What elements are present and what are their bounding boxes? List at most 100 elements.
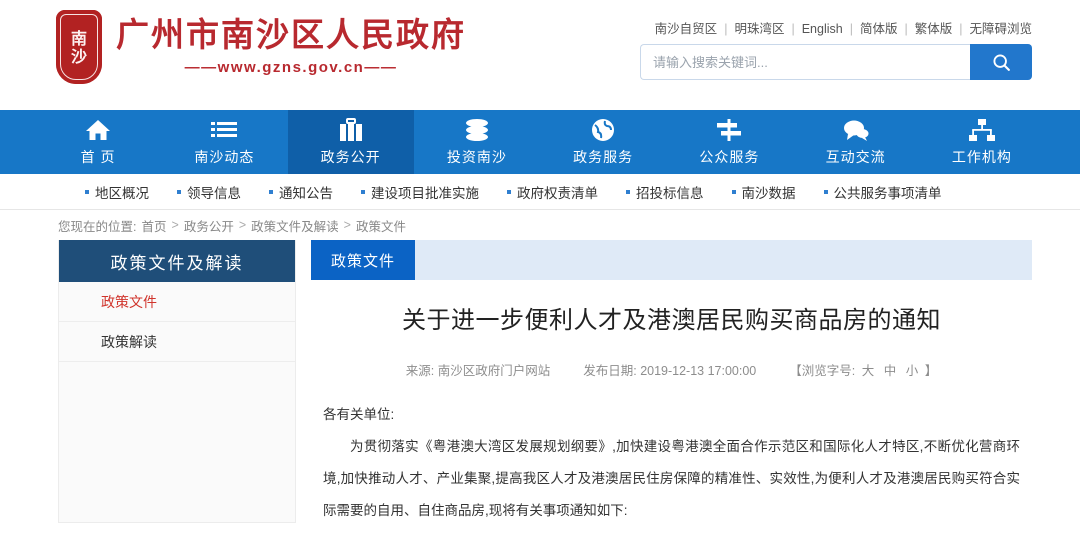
breadcrumb-separator: > <box>171 218 179 232</box>
breadcrumb-prefix: 您现在的位置: <box>58 219 137 234</box>
fontsize-large-button[interactable]: 大 <box>862 364 875 378</box>
search-input[interactable] <box>640 44 970 80</box>
sidebar-title: 政策文件及解读 <box>59 240 295 282</box>
source-label: 来源: <box>405 364 435 378</box>
article: 关于进一步便利人才及港澳居民购买商品房的通知 来源: 南沙区政府门户网站 发布日… <box>311 280 1032 527</box>
article-body: 各有关单位: 为贯彻落实《粤港澳大湾区发展规划纲要》,加快建设粤港澳全面合作示范… <box>317 399 1026 527</box>
fontsize-close-bracket: 】 <box>924 364 938 378</box>
seal-char-2: 沙 <box>70 46 87 66</box>
subnav-label: 领导信息 <box>187 185 241 201</box>
top-link-mingzhu-bay[interactable]: 明珠湾区 <box>734 22 784 36</box>
tab-policy-documents[interactable]: 政策文件 <box>311 240 416 280</box>
subnav-item-public-service-list[interactable]: 公共服务事项清单 <box>823 182 942 202</box>
top-link-simplified[interactable]: 简体版 <box>860 22 898 36</box>
page-title: 关于进一步便利人才及港澳居民购买商品房的通知 <box>402 307 941 334</box>
top-link-separator: | <box>904 22 908 36</box>
top-link-nansha-ftz[interactable]: 南沙自贸区 <box>655 22 718 36</box>
main-navigation: 首 页 南沙动态 政务公开 投资南沙 政务服务 公众服务 互动交流 工作机构 <box>0 110 1080 174</box>
site-url: ——www.gzns.gov.cn—— <box>184 59 398 76</box>
nav-item-government-services[interactable]: 政务服务 <box>540 110 666 174</box>
main-panel: 政策文件 关于进一步便利人才及港澳居民购买商品房的通知 来源: 南沙区政府门户网… <box>311 240 1032 523</box>
subnav-item-project-approval[interactable]: 建设项目批准实施 <box>361 182 479 202</box>
nav-item-public-services[interactable]: 公众服务 <box>666 110 792 174</box>
nav-label: 南沙动态 <box>194 148 255 165</box>
subnav-item-bidding[interactable]: 招投标信息 <box>626 182 704 202</box>
seal-char-1: 南 <box>70 28 87 48</box>
breadcrumb-item-home[interactable]: 首页 <box>141 216 166 235</box>
top-utility-links: 南沙自贸区 | 明珠湾区 | English | 简体版 | 繁体版 | 无障碍浏览 <box>655 18 1032 37</box>
list-icon <box>211 118 238 142</box>
nav-item-home[interactable]: 首 页 <box>35 110 161 174</box>
globe-icon <box>591 118 615 142</box>
sidebar-item-policy-documents[interactable]: 政策文件 <box>59 282 295 322</box>
content-area: 政策文件及解读 政策文件 政策解读 政策文件 关于进一步便利人才及港澳居民购买商… <box>0 240 1080 523</box>
nav-label: 互动交流 <box>825 148 886 165</box>
top-link-traditional[interactable]: 繁体版 <box>915 22 953 36</box>
sidebar: 政策文件及解读 政策文件 政策解读 <box>58 240 296 523</box>
subnav-item-announcements[interactable]: 通知公告 <box>269 182 333 202</box>
nav-label: 公众服务 <box>699 148 760 165</box>
briefcase-icon <box>338 117 364 142</box>
site-header: 南 沙 广州市南沙区人民政府 ——www.gzns.gov.cn—— 南沙自贸区… <box>0 0 1080 110</box>
nav-item-interaction[interactable]: 互动交流 <box>793 110 919 174</box>
subnav-label: 通知公告 <box>279 185 333 201</box>
site-title-block: 广州市南沙区人民政府 ——www.gzns.gov.cn—— <box>116 15 466 79</box>
search-icon <box>992 53 1010 71</box>
top-link-separator: | <box>849 22 853 36</box>
nav-item-invest-nansha[interactable]: 投资南沙 <box>414 110 540 174</box>
org-chart-icon <box>968 118 995 142</box>
subnav-label: 招投标信息 <box>636 185 704 201</box>
chat-icon <box>843 118 869 142</box>
site-title: 广州市南沙区人民政府 <box>116 15 466 54</box>
fontsize-medium-button[interactable]: 中 <box>884 364 897 378</box>
bullet-icon <box>269 189 273 194</box>
subnav-item-nansha-data[interactable]: 南沙数据 <box>731 182 796 202</box>
nav-item-government-affairs[interactable]: 政务公开 <box>287 110 414 174</box>
nav-label: 工作机构 <box>951 148 1012 165</box>
search-box <box>640 44 1032 80</box>
bullet-icon <box>177 189 181 194</box>
nav-label: 政务服务 <box>573 148 634 165</box>
page-root: 南 沙 广州市南沙区人民政府 ——www.gzns.gov.cn—— 南沙自贸区… <box>0 0 1080 544</box>
subnav-label: 政府权责清单 <box>517 185 598 201</box>
fontsize-small-button[interactable]: 小 <box>906 364 919 378</box>
article-meta: 来源: 南沙区政府门户网站 发布日期: 2019-12-13 17:00:00 … <box>317 360 1026 379</box>
site-logo[interactable]: 南 沙 广州市南沙区人民政府 ——www.gzns.gov.cn—— <box>56 10 466 84</box>
subnav-item-leadership[interactable]: 领导信息 <box>177 182 241 202</box>
sidebar-item-label: 政策解读 <box>101 333 157 350</box>
nav-item-nansha-news[interactable]: 南沙动态 <box>161 110 287 174</box>
breadcrumb-item-policy-docs-and-interpretation[interactable]: 政策文件及解读 <box>251 216 339 235</box>
nav-item-organizations[interactable]: 工作机构 <box>919 110 1045 174</box>
bullet-icon <box>731 189 736 194</box>
bullet-icon <box>361 189 365 194</box>
top-link-accessibility[interactable]: 无障碍浏览 <box>969 22 1032 36</box>
home-icon <box>85 118 111 142</box>
nav-label: 首 页 <box>80 148 116 165</box>
bullet-icon <box>507 189 511 194</box>
bullet-icon <box>626 189 630 194</box>
top-link-separator: | <box>724 22 728 36</box>
subnav-item-overview[interactable]: 地区概况 <box>85 182 149 202</box>
tab-label: 政策文件 <box>331 252 396 270</box>
signpost-icon <box>716 118 742 142</box>
sidebar-item-label: 政策文件 <box>101 293 157 310</box>
breadcrumb-item-government-affairs[interactable]: 政务公开 <box>184 216 234 235</box>
top-link-separator: | <box>959 22 963 36</box>
breadcrumb-separator: > <box>343 218 351 232</box>
fontsize-label: 【浏览字号: <box>789 364 856 378</box>
subnav-item-power-list[interactable]: 政府权责清单 <box>507 182 598 202</box>
date-value: 2019-12-13 17:00:00 <box>640 364 757 378</box>
source-value: 南沙区政府门户网站 <box>437 364 551 378</box>
database-icon <box>464 118 490 142</box>
breadcrumb-separator: > <box>238 218 247 232</box>
top-link-separator: | <box>791 22 795 36</box>
sidebar-item-policy-interpretation[interactable]: 政策解读 <box>59 322 295 362</box>
bullet-icon <box>823 189 828 194</box>
top-link-english[interactable]: English <box>802 22 843 36</box>
breadcrumb-item-policy-documents[interactable]: 政策文件 <box>356 216 406 235</box>
subnav-label: 公共服务事项清单 <box>833 185 942 201</box>
nav-label: 投资南沙 <box>446 148 507 165</box>
search-button[interactable] <box>970 44 1032 80</box>
article-paragraph: 为贯彻落实《粤港澳大湾区发展规划纲要》,加快建设粤港澳全面合作示范区和国际化人才… <box>323 439 1020 518</box>
nav-label: 政务公开 <box>320 148 381 165</box>
